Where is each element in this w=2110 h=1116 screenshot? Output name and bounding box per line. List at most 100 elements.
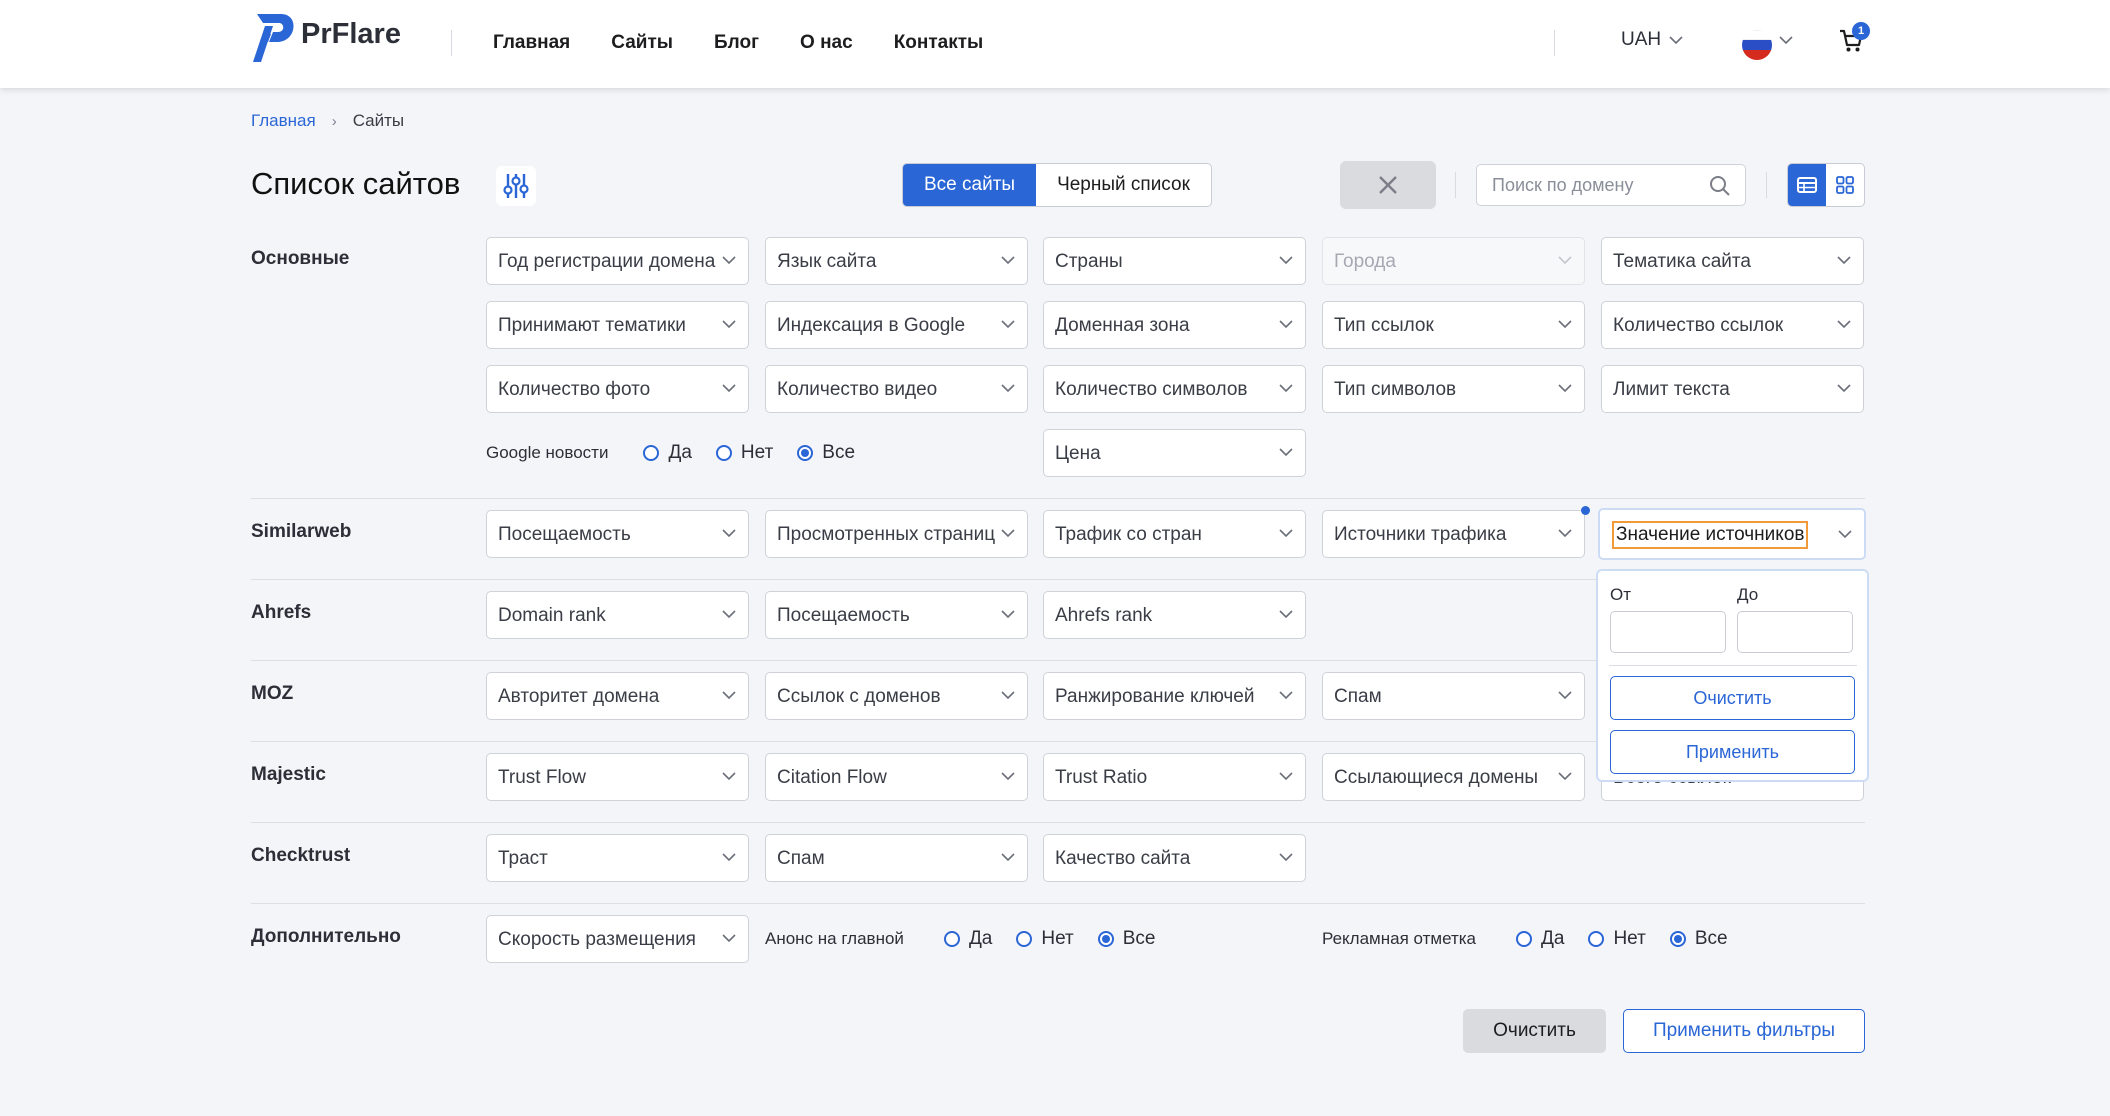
filter-label: Год регистрации домена bbox=[498, 251, 716, 272]
breadcrumb-home[interactable]: Главная bbox=[251, 111, 316, 131]
nav-about[interactable]: О нас bbox=[800, 30, 853, 56]
filter-label: Авторитет домена bbox=[498, 686, 660, 707]
filter-label: Количество ссылок bbox=[1613, 315, 1784, 336]
nav-home[interactable]: Главная bbox=[493, 30, 570, 56]
filter-ahrefs-domain-rank[interactable]: Domain rank bbox=[486, 591, 749, 639]
search-input[interactable] bbox=[1492, 175, 1702, 196]
filter-video-count[interactable]: Количество видео bbox=[765, 365, 1028, 413]
search-icon[interactable] bbox=[1709, 175, 1731, 197]
filter-ahrefs-visits[interactable]: Посещаемость bbox=[765, 591, 1028, 639]
apply-filters-button[interactable]: Применить фильтры bbox=[1623, 1009, 1865, 1053]
filter-label: Количество видео bbox=[777, 379, 938, 400]
table-view-button[interactable] bbox=[1788, 164, 1826, 206]
filter-label: Спам bbox=[777, 848, 825, 869]
announce-all[interactable]: Все bbox=[1097, 928, 1155, 950]
filter-label: Доменная зона bbox=[1055, 315, 1190, 336]
nav-blog[interactable]: Блог bbox=[714, 30, 759, 56]
range-to-input[interactable] bbox=[1737, 611, 1853, 653]
filter-label: Язык сайта bbox=[777, 251, 877, 272]
russian-flag-icon[interactable] bbox=[1742, 30, 1772, 60]
range-from-input[interactable] bbox=[1610, 611, 1726, 653]
filter-photo-count[interactable]: Количество фото bbox=[486, 365, 749, 413]
nav-contacts[interactable]: Контакты bbox=[894, 30, 984, 56]
popover-clear-button[interactable]: Очистить bbox=[1610, 676, 1855, 720]
filter-placement-speed[interactable]: Скорость размещения bbox=[486, 915, 749, 963]
filter-majestic-citation-flow[interactable]: Citation Flow bbox=[765, 753, 1028, 801]
radio-circle bbox=[1016, 931, 1033, 947]
filter-majestic-ref-domains[interactable]: Ссылающиеся домены bbox=[1322, 753, 1585, 801]
currency-selector[interactable]: UAH bbox=[1621, 29, 1683, 51]
nav-sites[interactable]: Сайты bbox=[611, 30, 673, 56]
filter-link-count[interactable]: Количество ссылок bbox=[1601, 301, 1864, 349]
chevron-down-icon[interactable] bbox=[1779, 36, 1793, 45]
filter-label: Количество символов bbox=[1055, 379, 1248, 400]
filter-moz-keyword-ranking[interactable]: Ранжирование ключей bbox=[1043, 672, 1306, 720]
tab-all-sites[interactable]: Все сайты bbox=[903, 164, 1037, 206]
grid-view-button[interactable] bbox=[1826, 164, 1864, 206]
announce-yes[interactable]: Да bbox=[943, 928, 992, 950]
popover-apply-button[interactable]: Применить bbox=[1610, 730, 1855, 774]
chevron-down-icon bbox=[1558, 384, 1572, 393]
filter-sw-country-traffic[interactable]: Трафик со стран bbox=[1043, 510, 1306, 558]
chevron-down-icon bbox=[1001, 256, 1015, 265]
chevron-down-icon bbox=[1669, 35, 1683, 44]
filter-moz-spam[interactable]: Спам bbox=[1322, 672, 1585, 720]
brand-name: PrFlare bbox=[301, 17, 401, 50]
radio-label: Да bbox=[668, 442, 692, 463]
filter-text-limit[interactable]: Лимит текста bbox=[1601, 365, 1864, 413]
ad-mark-yes[interactable]: Да bbox=[1516, 928, 1564, 950]
radio-label: Нет bbox=[1041, 928, 1074, 949]
announce-radio-group: Анонс на главной Да Нет Все bbox=[765, 928, 1155, 950]
radio-label: Нет bbox=[1613, 928, 1646, 949]
filter-countries[interactable]: Страны bbox=[1043, 237, 1306, 285]
chevron-down-icon bbox=[1001, 691, 1015, 700]
chevron-down-icon bbox=[1279, 853, 1293, 862]
tab-blacklist[interactable]: Черный список bbox=[1036, 164, 1211, 206]
filter-char-type[interactable]: Тип символов bbox=[1322, 365, 1585, 413]
cart-count-badge: 1 bbox=[1852, 22, 1870, 40]
reset-search-button[interactable] bbox=[1340, 161, 1436, 209]
filter-moz-domain-authority[interactable]: Авторитет домена bbox=[486, 672, 749, 720]
filter-site-topic[interactable]: Тематика сайта bbox=[1601, 237, 1864, 285]
header-divider bbox=[451, 30, 452, 56]
filter-domain-reg-year[interactable]: Год регистрации домена bbox=[486, 237, 749, 285]
filter-sw-visits[interactable]: Посещаемость bbox=[486, 510, 749, 558]
filter-checktrust-quality[interactable]: Качество сайта bbox=[1043, 834, 1306, 882]
google-news-all[interactable]: Все bbox=[797, 442, 855, 464]
filter-moz-linking-domains[interactable]: Ссылок с доменов bbox=[765, 672, 1028, 720]
filter-majestic-trust-ratio[interactable]: Trust Ratio bbox=[1043, 753, 1306, 801]
filter-sw-pageviews[interactable]: Просмотренных страниц bbox=[765, 510, 1028, 558]
filter-majestic-trust-flow[interactable]: Trust Flow bbox=[486, 753, 749, 801]
filter-site-language[interactable]: Язык сайта bbox=[765, 237, 1028, 285]
chevron-down-icon bbox=[722, 610, 736, 619]
section-divider bbox=[251, 822, 1865, 823]
filter-label: Ранжирование ключей bbox=[1055, 686, 1255, 707]
filter-settings-button[interactable] bbox=[496, 166, 536, 206]
radio-circle bbox=[943, 931, 960, 947]
radio-label: Все bbox=[1694, 928, 1728, 949]
filter-link-type[interactable]: Тип ссылок bbox=[1322, 301, 1585, 349]
clear-filters-button[interactable]: Очистить bbox=[1463, 1009, 1606, 1053]
filter-sw-traffic-sources[interactable]: Источники трафика bbox=[1322, 510, 1585, 558]
filter-checktrust-trust[interactable]: Траст bbox=[486, 834, 749, 882]
logo[interactable]: PrFlare bbox=[251, 12, 401, 64]
ad-mark-all[interactable]: Все bbox=[1669, 928, 1728, 950]
radio-circle bbox=[643, 445, 660, 461]
chevron-down-icon bbox=[1838, 530, 1852, 539]
filter-domain-zone[interactable]: Доменная зона bbox=[1043, 301, 1306, 349]
google-news-yes[interactable]: Да bbox=[643, 442, 692, 464]
filter-label: Лимит текста bbox=[1613, 379, 1730, 400]
filter-price[interactable]: Цена bbox=[1043, 429, 1306, 477]
announce-no[interactable]: Нет bbox=[1016, 928, 1074, 950]
filter-checktrust-spam[interactable]: Спам bbox=[765, 834, 1028, 882]
prflare-logo-icon bbox=[253, 14, 294, 62]
filter-accepted-topics[interactable]: Принимают тематики bbox=[486, 301, 749, 349]
chevron-down-icon bbox=[722, 256, 736, 265]
filter-ahrefs-rank[interactable]: Ahrefs rank bbox=[1043, 591, 1306, 639]
filter-char-count[interactable]: Количество символов bbox=[1043, 365, 1306, 413]
toolbar-divider bbox=[1766, 172, 1767, 198]
google-news-no[interactable]: Нет bbox=[715, 442, 773, 464]
filter-google-indexing[interactable]: Индексация в Google bbox=[765, 301, 1028, 349]
range-from-label: От bbox=[1610, 585, 1632, 604]
ad-mark-no[interactable]: Нет bbox=[1588, 928, 1646, 950]
